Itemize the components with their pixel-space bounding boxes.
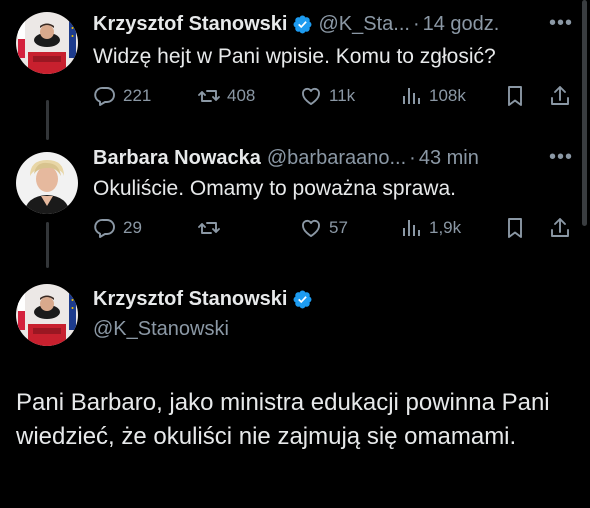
views-icon: [399, 216, 423, 240]
reply-button[interactable]: 221: [93, 84, 151, 108]
scrollbar[interactable]: [582, 0, 587, 226]
views-icon: [399, 84, 423, 108]
avatar[interactable]: [16, 152, 78, 214]
thread-line: [46, 222, 49, 268]
avatar[interactable]: [16, 12, 78, 74]
share-icon[interactable]: [548, 216, 572, 240]
timestamp[interactable]: 14 godz.: [423, 13, 500, 36]
like-button[interactable]: 57: [299, 216, 348, 240]
retweet-icon: [197, 216, 221, 240]
verified-icon: [292, 289, 313, 310]
tweet-header: Barbara Nowacka @barbaraano... · 43 min: [93, 147, 479, 170]
like-count: 57: [329, 218, 348, 237]
timestamp[interactable]: 43 min: [419, 147, 479, 170]
separator-dot: ·: [409, 147, 416, 169]
author-handle[interactable]: @barbaraano...: [267, 147, 406, 170]
author-name[interactable]: Barbara Nowacka: [93, 147, 261, 170]
more-options-icon[interactable]: •••: [549, 146, 573, 169]
tweet-text: Widzę hejt w Pani wpisie. Komu to zgłosi…: [93, 45, 496, 68]
tweet-header: Krzysztof Stanowski @K_Sta... · 14 godz.: [93, 13, 499, 36]
views-button[interactable]: 1,9k: [399, 216, 461, 240]
share-icon[interactable]: [548, 84, 572, 108]
more-options-icon[interactable]: •••: [549, 12, 573, 35]
tweet-text: Okuliście. Omamy to poważna sprawa.: [93, 177, 456, 200]
reply-icon: [93, 216, 117, 240]
reply-button[interactable]: 29: [93, 216, 142, 240]
retweet-count: 408: [227, 86, 256, 105]
views-count: 1,9k: [429, 218, 462, 237]
author-name[interactable]: Krzysztof Stanowski: [93, 13, 287, 36]
separator-dot: ·: [412, 13, 420, 35]
retweet-icon: [197, 84, 221, 108]
retweet-button[interactable]: [197, 216, 227, 240]
tweet-actions: 29 57 1,9k: [93, 216, 573, 242]
thread-line: [46, 100, 49, 140]
heart-icon: [299, 216, 323, 240]
bookmark-icon[interactable]: [503, 84, 527, 108]
tweet-text: Pani Barbaro, jako ministra edukacji pow…: [16, 389, 550, 450]
avatar[interactable]: [16, 284, 78, 346]
author-handle[interactable]: @K_Sta...: [318, 13, 409, 36]
tweet-actions: 221 408 11k 108k: [93, 84, 573, 110]
author-handle[interactable]: @K_Stanowski: [93, 318, 229, 341]
like-count: 11k: [329, 86, 356, 105]
verified-icon: [292, 14, 313, 35]
views-count: 108k: [429, 86, 466, 105]
views-button[interactable]: 108k: [399, 84, 466, 108]
heart-icon: [299, 84, 323, 108]
reply-count: 221: [123, 86, 152, 105]
like-button[interactable]: 11k: [299, 84, 355, 108]
reply-count: 29: [123, 218, 142, 237]
tweet-header: Krzysztof Stanowski: [93, 288, 318, 311]
reply-icon: [93, 84, 117, 108]
retweet-button[interactable]: 408: [197, 84, 255, 108]
author-name[interactable]: Krzysztof Stanowski: [93, 288, 287, 311]
bookmark-icon[interactable]: [503, 216, 527, 240]
